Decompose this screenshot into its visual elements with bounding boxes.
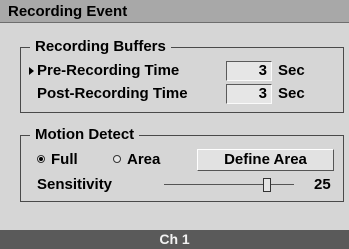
sensitivity-slider-track[interactable] <box>164 184 294 185</box>
recording-buffers-group: Recording Buffers <box>20 38 344 113</box>
sensitivity-label: Sensitivity <box>37 176 113 193</box>
window-title: Recording Event <box>0 0 349 23</box>
pre-recording-unit: Sec <box>278 62 305 79</box>
post-recording-unit: Sec <box>278 85 305 102</box>
sensitivity-slider-thumb[interactable] <box>263 178 271 192</box>
define-area-button[interactable]: Define Area <box>197 149 334 171</box>
area-radio-icon[interactable] <box>113 155 121 163</box>
selection-arrow-icon <box>29 67 34 75</box>
motion-detect-legend: Motion Detect <box>30 126 140 144</box>
full-radio-label[interactable]: Full <box>51 151 78 169</box>
full-radio-icon[interactable] <box>37 155 45 163</box>
post-recording-time-field[interactable]: 3 <box>226 84 272 104</box>
recording-buffers-legend: Recording Buffers <box>30 38 171 56</box>
area-radio-label[interactable]: Area <box>127 151 160 169</box>
sensitivity-value: 25 <box>314 176 331 193</box>
pre-recording-time-field[interactable]: 3 <box>226 61 272 81</box>
post-recording-label: Post-Recording Time <box>37 85 188 102</box>
pre-recording-label: Pre-Recording Time <box>37 62 180 79</box>
channel-status-bar: Ch 1 <box>0 230 349 249</box>
